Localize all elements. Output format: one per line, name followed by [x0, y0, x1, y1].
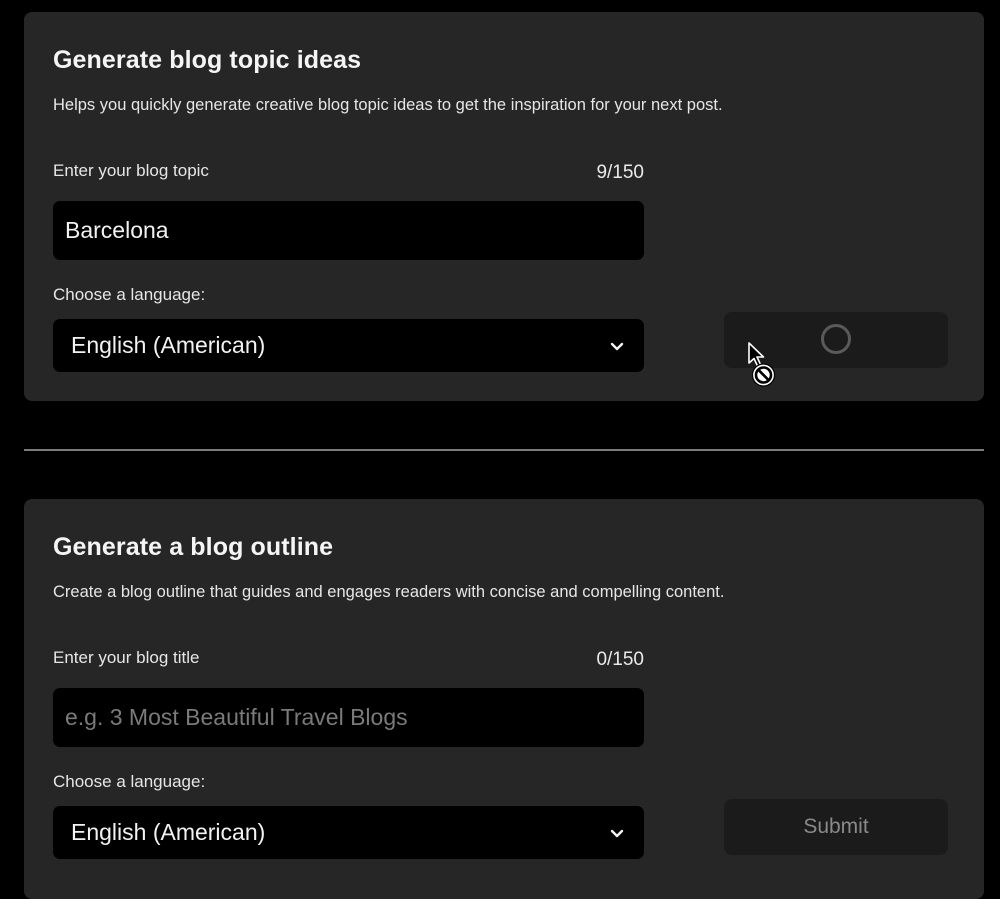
blog-topic-input[interactable]	[53, 201, 644, 260]
blog-outline-card: Generate a blog outline Create a blog ou…	[24, 499, 984, 899]
card-description: Helps you quickly generate creative blog…	[53, 96, 723, 114]
blog-topic-label: Enter your blog topic	[53, 161, 209, 180]
blog-topic-char-counter: 9/150	[596, 162, 644, 183]
language-select[interactable]: English (American)	[53, 806, 644, 859]
section-divider	[24, 449, 984, 451]
language-select[interactable]: English (American)	[53, 319, 644, 372]
card-title: Generate a blog outline	[53, 533, 334, 561]
blog-topic-ideas-card: Generate blog topic ideas Helps you quic…	[24, 12, 984, 401]
loading-spinner-icon	[821, 324, 851, 354]
language-select-value: English (American)	[71, 819, 266, 845]
language-label: Choose a language:	[53, 285, 206, 304]
language-select-value: English (American)	[71, 332, 266, 358]
generate-topics-button[interactable]	[724, 312, 948, 368]
language-label: Choose a language:	[53, 772, 206, 791]
chevron-down-icon	[608, 337, 626, 355]
blog-title-label: Enter your blog title	[53, 648, 200, 667]
blog-title-input[interactable]	[53, 688, 644, 747]
chevron-down-icon	[608, 824, 626, 842]
card-title: Generate blog topic ideas	[53, 46, 362, 74]
submit-button[interactable]: Submit	[724, 799, 948, 855]
blog-title-char-counter: 0/150	[596, 649, 644, 670]
card-description: Create a blog outline that guides and en…	[53, 583, 725, 601]
